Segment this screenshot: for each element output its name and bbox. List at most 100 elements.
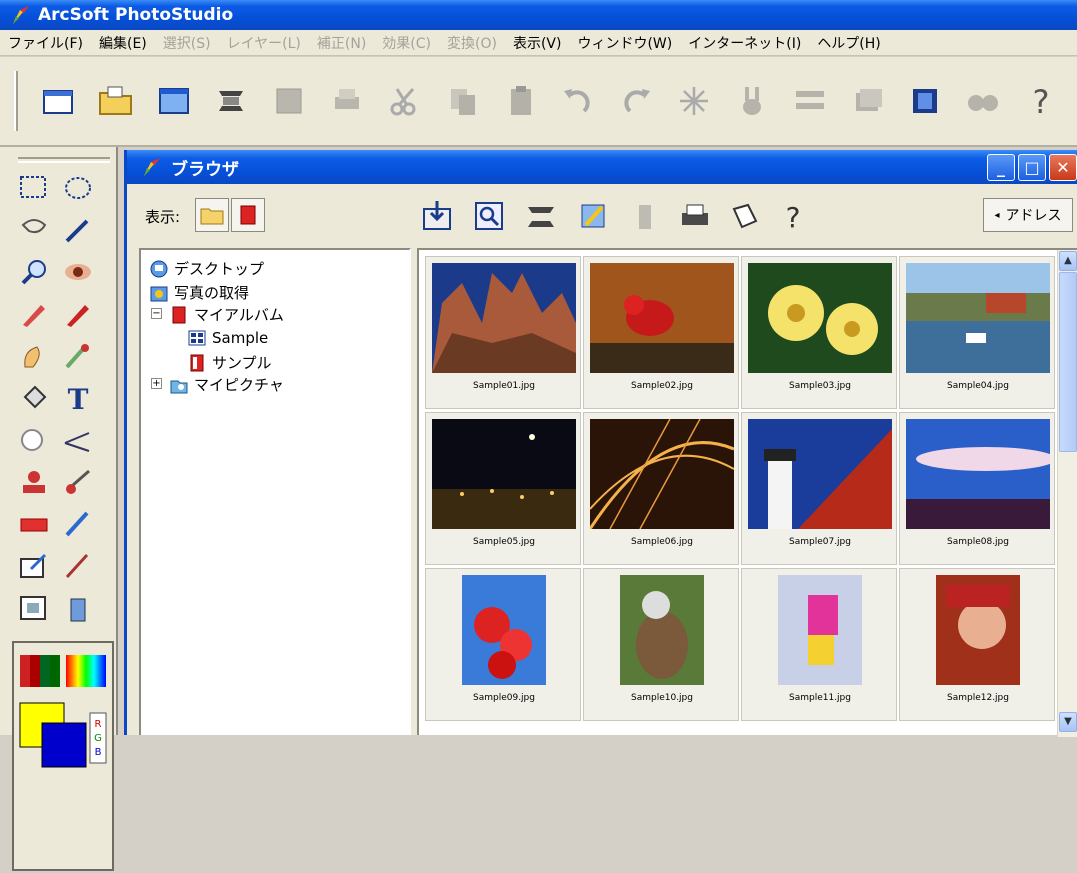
copy-button[interactable] (441, 78, 485, 124)
save-button[interactable] (267, 78, 311, 124)
web-button[interactable] (961, 78, 1005, 124)
menu-file[interactable]: ファイル(F) (0, 33, 91, 53)
tool-dropper[interactable] (58, 339, 98, 373)
tree-item-acquire[interactable]: 写真の取得 (149, 282, 249, 303)
tree-item-my-pictures[interactable]: マイピクチャ (169, 374, 284, 395)
browser-print-button[interactable] (675, 196, 715, 236)
undo-button[interactable] (556, 78, 600, 124)
toolbar-grip[interactable] (14, 71, 18, 131)
tool-eraser[interactable] (14, 507, 54, 541)
tree-item-my-album[interactable]: マイアルバム (169, 304, 284, 325)
trash-icon (70, 598, 86, 622)
tool-smudge[interactable] (14, 339, 54, 373)
email-button[interactable] (725, 196, 765, 236)
layer-button[interactable] (846, 78, 890, 124)
tool-wand[interactable] (58, 213, 98, 247)
binoculars-icon (968, 95, 999, 111)
acquire-button[interactable] (152, 78, 196, 124)
tool-eye[interactable] (58, 255, 98, 289)
delete-button[interactable] (625, 196, 665, 236)
menu-help[interactable]: ヘルプ(H) (809, 33, 888, 53)
tool-crop[interactable] (14, 591, 54, 625)
redo-button[interactable] (614, 78, 658, 124)
open-button[interactable] (94, 78, 138, 124)
scroll-thumb[interactable] (1059, 272, 1077, 452)
folder-icon (200, 208, 224, 225)
paste-button[interactable] (499, 78, 543, 124)
menu-select[interactable]: 選択(S) (155, 33, 219, 53)
menu-transform[interactable]: 変換(O) (439, 33, 505, 53)
thumbnail-item[interactable]: Sample10.jpg (583, 568, 739, 721)
collapse-toggle-icon[interactable]: − (151, 308, 162, 319)
tool-resize[interactable] (14, 549, 54, 583)
tool-pen[interactable] (58, 549, 98, 583)
minimize-button[interactable]: _ (987, 154, 1015, 181)
thumbnail-item[interactable]: Sample12.jpg (899, 568, 1055, 721)
tool-fill[interactable] (14, 381, 54, 415)
enhance-button[interactable] (672, 78, 716, 124)
help-button[interactable]: ? (1019, 78, 1063, 124)
thumbnail-caption: Sample12.jpg (947, 693, 1009, 703)
tool-zoom[interactable] (14, 255, 54, 289)
tool-trash[interactable] (58, 591, 98, 625)
cut-button[interactable] (383, 78, 427, 124)
album-view-button[interactable] (231, 198, 265, 232)
tool-lasso[interactable] (14, 213, 54, 247)
tool-brush[interactable] (14, 297, 54, 331)
menu-window[interactable]: ウィンドウ(W) (569, 33, 680, 53)
tree-item-sample[interactable]: Sample (187, 328, 268, 348)
app-title: ArcSoft PhotoStudio (38, 5, 234, 25)
tree-item-sample-jp[interactable]: サンプル (187, 352, 272, 373)
frame-button[interactable] (903, 78, 947, 124)
thumbnail-item[interactable]: Sample06.jpg (583, 412, 739, 565)
redeye-button[interactable] (730, 78, 774, 124)
preview-button[interactable] (469, 196, 509, 236)
adjust-button[interactable] (788, 78, 832, 124)
new-button[interactable] (36, 78, 80, 124)
menu-view[interactable]: 表示(V) (505, 33, 570, 53)
tool-line[interactable] (58, 423, 98, 457)
menu-layer[interactable]: レイヤー(L) (219, 33, 309, 53)
tree-item-desktop[interactable]: デスクトップ (149, 258, 264, 279)
tool-scissors[interactable] (58, 465, 98, 499)
tool-shape[interactable] (14, 423, 54, 457)
browser-scan-button[interactable] (521, 196, 561, 236)
thumbnail-item[interactable]: Sample01.jpg (425, 256, 581, 409)
tool-clone[interactable] (58, 297, 98, 331)
scan-button[interactable] (209, 78, 253, 124)
scroll-down-icon[interactable]: ▼ (1059, 712, 1077, 732)
folder-view-button[interactable] (195, 198, 229, 232)
expand-toggle-icon[interactable]: + (151, 378, 162, 389)
thumbnail-item[interactable]: Sample11.jpg (741, 568, 897, 721)
palette-grip[interactable] (18, 157, 110, 163)
browser-toolbar: 表示: ? ◂ アドレス (127, 184, 1077, 248)
close-button[interactable]: ✕ (1049, 154, 1077, 181)
menu-effect[interactable]: 効果(C) (374, 33, 439, 53)
tool-pencil[interactable] (58, 507, 98, 541)
tool-rect-select[interactable] (14, 171, 54, 205)
menu-adjust[interactable]: 補正(N) (309, 33, 374, 53)
thumbnail-item[interactable]: Sample09.jpg (425, 568, 581, 721)
browser-title-bar: ブラウザ _ □ ✕ (127, 150, 1077, 184)
maximize-button[interactable]: □ (1018, 154, 1046, 181)
zoom-icon (21, 260, 46, 285)
browser-help-button[interactable]: ? (773, 196, 813, 236)
scroll-up-icon[interactable]: ▲ (1059, 251, 1077, 271)
menu-internet[interactable]: インターネット(I) (680, 33, 809, 53)
thumbnail-item[interactable]: Sample03.jpg (741, 256, 897, 409)
rename-button[interactable] (573, 196, 613, 236)
print-button[interactable] (325, 78, 369, 124)
thumbnail-item[interactable]: Sample05.jpg (425, 412, 581, 565)
thumbnail-item[interactable]: Sample08.jpg (899, 412, 1055, 565)
vertical-scrollbar[interactable]: ▲ ▼ (1057, 250, 1077, 737)
tool-text[interactable]: T (58, 381, 98, 415)
thumbnail-item[interactable]: Sample04.jpg (899, 256, 1055, 409)
thumbnail-item[interactable]: Sample02.jpg (583, 256, 739, 409)
clipboard-icon (510, 86, 531, 115)
tool-move-select[interactable] (58, 171, 98, 205)
tool-stamp[interactable] (14, 465, 54, 499)
menu-edit[interactable]: 編集(E) (91, 33, 155, 53)
thumbnail-item[interactable]: Sample07.jpg (741, 412, 897, 565)
import-button[interactable] (417, 196, 457, 236)
address-button[interactable]: ◂ アドレス (983, 198, 1073, 232)
